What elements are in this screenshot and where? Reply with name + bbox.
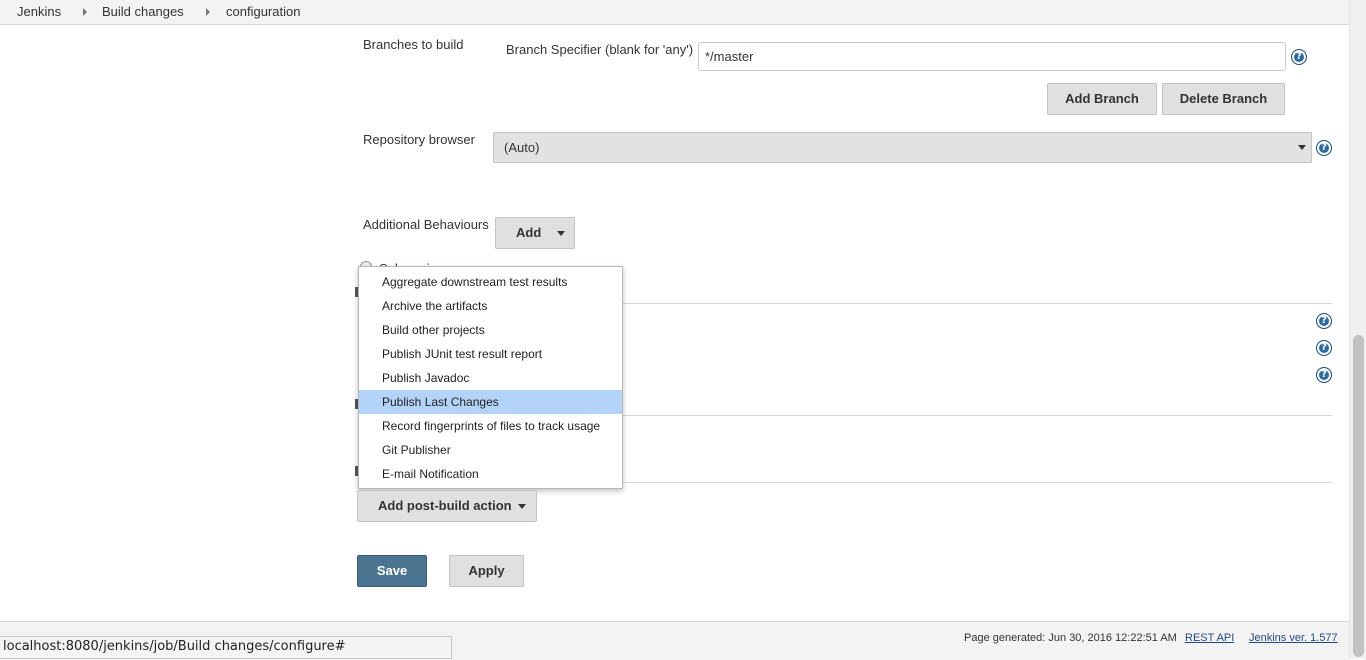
branches-section-label: Branches to build — [363, 37, 464, 52]
breadcrumb-job[interactable]: Build changes — [102, 4, 184, 19]
add-post-build-action-label: Add post-build action — [378, 498, 512, 513]
repository-browser-select[interactable]: (Auto) — [493, 132, 1312, 163]
chevron-down-icon — [1298, 145, 1306, 150]
breadcrumb: Jenkins Build changes configuration — [0, 0, 1349, 25]
add-branch-button[interactable]: Add Branch — [1047, 83, 1157, 115]
chevron-down-icon — [518, 504, 526, 509]
menu-item[interactable]: Publish JUnit test result report — [359, 342, 622, 366]
post-build-action-menu: Aggregate downstream test results Archiv… — [358, 266, 623, 489]
breadcrumb-arrow-icon — [206, 8, 210, 16]
menu-item[interactable]: Aggregate downstream test results — [359, 270, 622, 294]
status-bar-url: localhost:8080/jenkins/job/Build changes… — [0, 636, 452, 659]
menu-item-highlighted[interactable]: Publish Last Changes — [359, 390, 622, 414]
repository-browser-label: Repository browser — [363, 132, 475, 147]
branch-specifier-label: Branch Specifier (blank for 'any') — [506, 42, 694, 57]
vertical-scrollbar[interactable] — [1349, 0, 1366, 659]
scrollbar-thumb[interactable] — [1353, 335, 1364, 657]
help-icon[interactable]: ? — [1291, 49, 1307, 65]
delete-branch-button[interactable]: Delete Branch — [1162, 83, 1285, 115]
save-button[interactable]: Save — [357, 555, 427, 587]
repository-browser-value: (Auto) — [504, 140, 540, 155]
breadcrumb-arrow-icon — [83, 8, 87, 16]
help-icon[interactable]: ? — [1316, 313, 1332, 329]
rest-api-link[interactable]: REST API — [1185, 632, 1234, 644]
breadcrumb-jenkins[interactable]: Jenkins — [17, 4, 61, 19]
help-icon[interactable]: ? — [1316, 367, 1332, 383]
menu-item[interactable]: Record fingerprints of files to track us… — [359, 414, 622, 438]
chevron-down-icon — [557, 231, 565, 236]
page-generated-text: Page generated: Jun 30, 2016 12:22:51 AM — [964, 632, 1177, 644]
breadcrumb-configuration[interactable]: configuration — [226, 4, 300, 19]
additional-behaviours-label: Additional Behaviours — [363, 217, 489, 232]
menu-item[interactable]: Git Publisher — [359, 438, 622, 462]
help-icon[interactable]: ? — [1316, 340, 1332, 356]
add-post-build-action-button[interactable]: Add post-build action — [357, 490, 537, 522]
help-icon[interactable]: ? — [1316, 140, 1332, 156]
menu-item[interactable]: E-mail Notification — [359, 462, 622, 486]
menu-item[interactable]: Archive the artifacts — [359, 294, 622, 318]
add-behaviour-label: Add — [516, 225, 542, 240]
apply-button[interactable]: Apply — [449, 555, 524, 587]
branch-specifier-input[interactable] — [698, 42, 1286, 71]
menu-item[interactable]: Publish Javadoc — [359, 366, 622, 390]
jenkins-version-link[interactable]: Jenkins ver. 1.577 — [1249, 632, 1338, 644]
menu-item[interactable]: Build other projects — [359, 318, 622, 342]
